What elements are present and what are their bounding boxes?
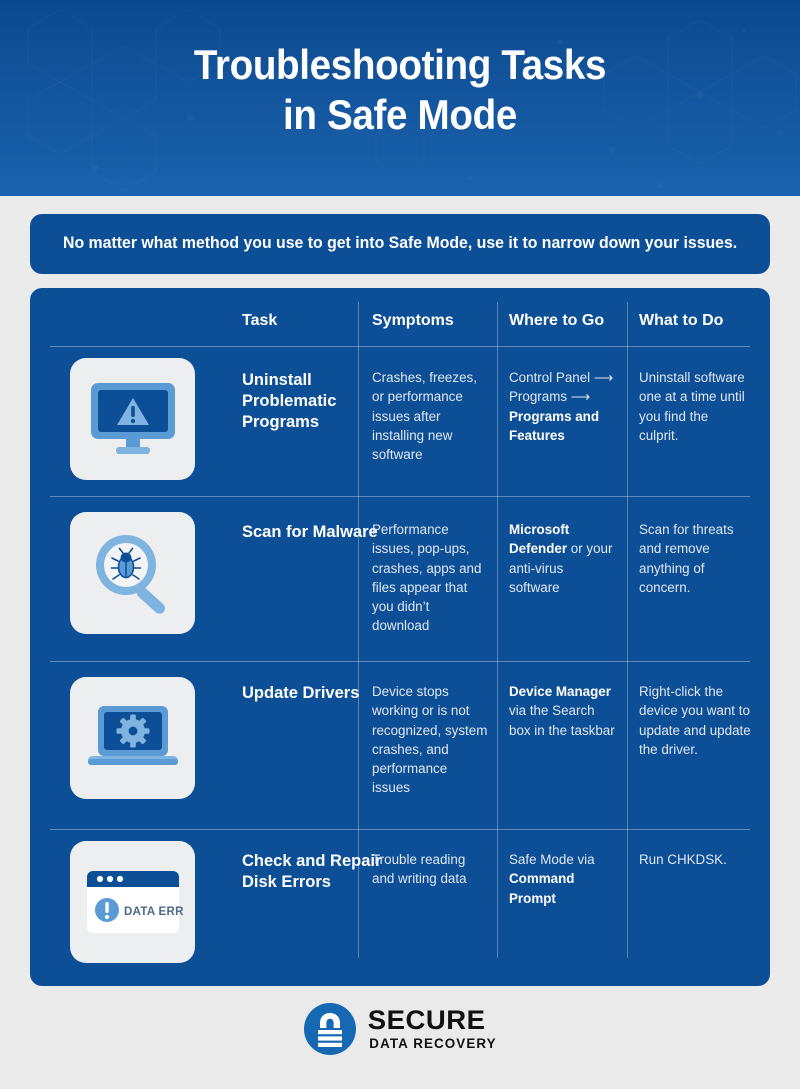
where-emphasis: Microsoft Defender (509, 522, 570, 557)
arrow-icon-2: ⟶ (570, 389, 590, 405)
intro-banner: No matter what method you use to get int… (30, 214, 770, 274)
cell-where-to-go: Microsoft Defender or your anti-virus so… (509, 520, 617, 597)
cell-symptoms: Crashes, freezes, or performance issues … (372, 370, 477, 463)
page-title: Troubleshooting Tasks in Safe Mode (32, 0, 768, 139)
cell-where-to-go: Control Panel ⟶ Programs ⟶ Programs and … (509, 368, 615, 445)
cell-where-to-go: Safe Mode via Command Prompt (509, 850, 617, 908)
data-error-window-icon: DATA ERROR (70, 841, 195, 963)
laptop-gear-icon (70, 677, 195, 799)
where-emphasis: Device Manager (509, 684, 611, 699)
where-plain: Safe Mode via (509, 852, 595, 867)
padlock-circle-icon (304, 1003, 357, 1055)
cell-what-to-do: Run CHKDSK. (639, 852, 727, 867)
logo-sub-text: DATA RECOVERY (369, 1036, 497, 1052)
table-header-row: Task Symptoms Where to Go What to Do (30, 302, 770, 346)
task-title: Check and Repair Disk Errors (242, 852, 382, 892)
magnifier-bug-glyph (95, 535, 165, 614)
where-plain: via the Search box in the taskbar (509, 703, 615, 738)
where-step-3-emphasis: Programs and Features (509, 408, 600, 443)
laptop-gear-glyph (87, 706, 178, 765)
cell-what-to-do: Right-click the device you want to updat… (639, 684, 751, 757)
cell-what-to-do: Scan for threats and remove anything of … (639, 522, 734, 595)
column-header-what-to-do: What to Do (639, 312, 724, 329)
header-banner: Troubleshooting Tasks in Safe Mode (0, 0, 800, 196)
data-error-label: DATA ERROR (124, 906, 183, 918)
where-step-2: Programs (509, 389, 568, 405)
table-row: DATA ERROR Check and Repair Disk Errors … (30, 829, 770, 986)
cell-where-to-go: Device Manager via the Search box in the… (509, 682, 617, 740)
task-title: Uninstall Problematic Programs (242, 371, 337, 432)
cell-symptoms: Device stops working or is not recognize… (372, 684, 488, 796)
magnifier-bug-icon (70, 512, 195, 634)
task-title: Update Drivers (242, 684, 360, 702)
logo-main-text: SECURE (368, 1005, 486, 1036)
monitor-warning-glyph (90, 383, 175, 454)
intro-banner-text: No matter what method you use to get int… (62, 234, 738, 253)
infographic-page: Troubleshooting Tasks in Safe Mode No ma… (0, 0, 800, 1089)
column-header-where-to-go: Where to Go (509, 312, 605, 329)
where-step-1: Control Panel (509, 370, 591, 385)
cell-what-to-do: Uninstall software one at a time until y… (639, 370, 745, 443)
data-error-window-glyph: DATA ERROR (86, 871, 183, 933)
cell-symptoms: Performance issues, pop-ups, crashes, ap… (372, 522, 482, 634)
page-title-line-2: in Safe Mode (283, 90, 517, 138)
arrow-icon-1: ⟶ (593, 370, 613, 385)
page-title-line-1: Troubleshooting Tasks (193, 41, 607, 88)
where-emphasis: Command Prompt (509, 871, 575, 906)
task-title: Scan for Malware (242, 523, 378, 541)
column-header-symptoms: Symptoms (372, 312, 454, 329)
cell-symptoms: Trouble reading and writing data (372, 852, 467, 887)
column-header-task: Task (242, 312, 278, 329)
table-row: Scan for Malware Performance issues, pop… (30, 496, 770, 661)
logo-wordmark: SECURE DATA RECOVERY (368, 1005, 497, 1052)
monitor-warning-icon (70, 358, 195, 480)
footer-logo: SECURE DATA RECOVERY (0, 1002, 800, 1056)
table-row: Uninstall Problematic Programs Crashes, … (30, 346, 770, 496)
tasks-table-panel: Task Symptoms Where to Go What to Do Uni… (30, 288, 770, 986)
table-row: Update Drivers Device stops working or i… (30, 661, 770, 829)
